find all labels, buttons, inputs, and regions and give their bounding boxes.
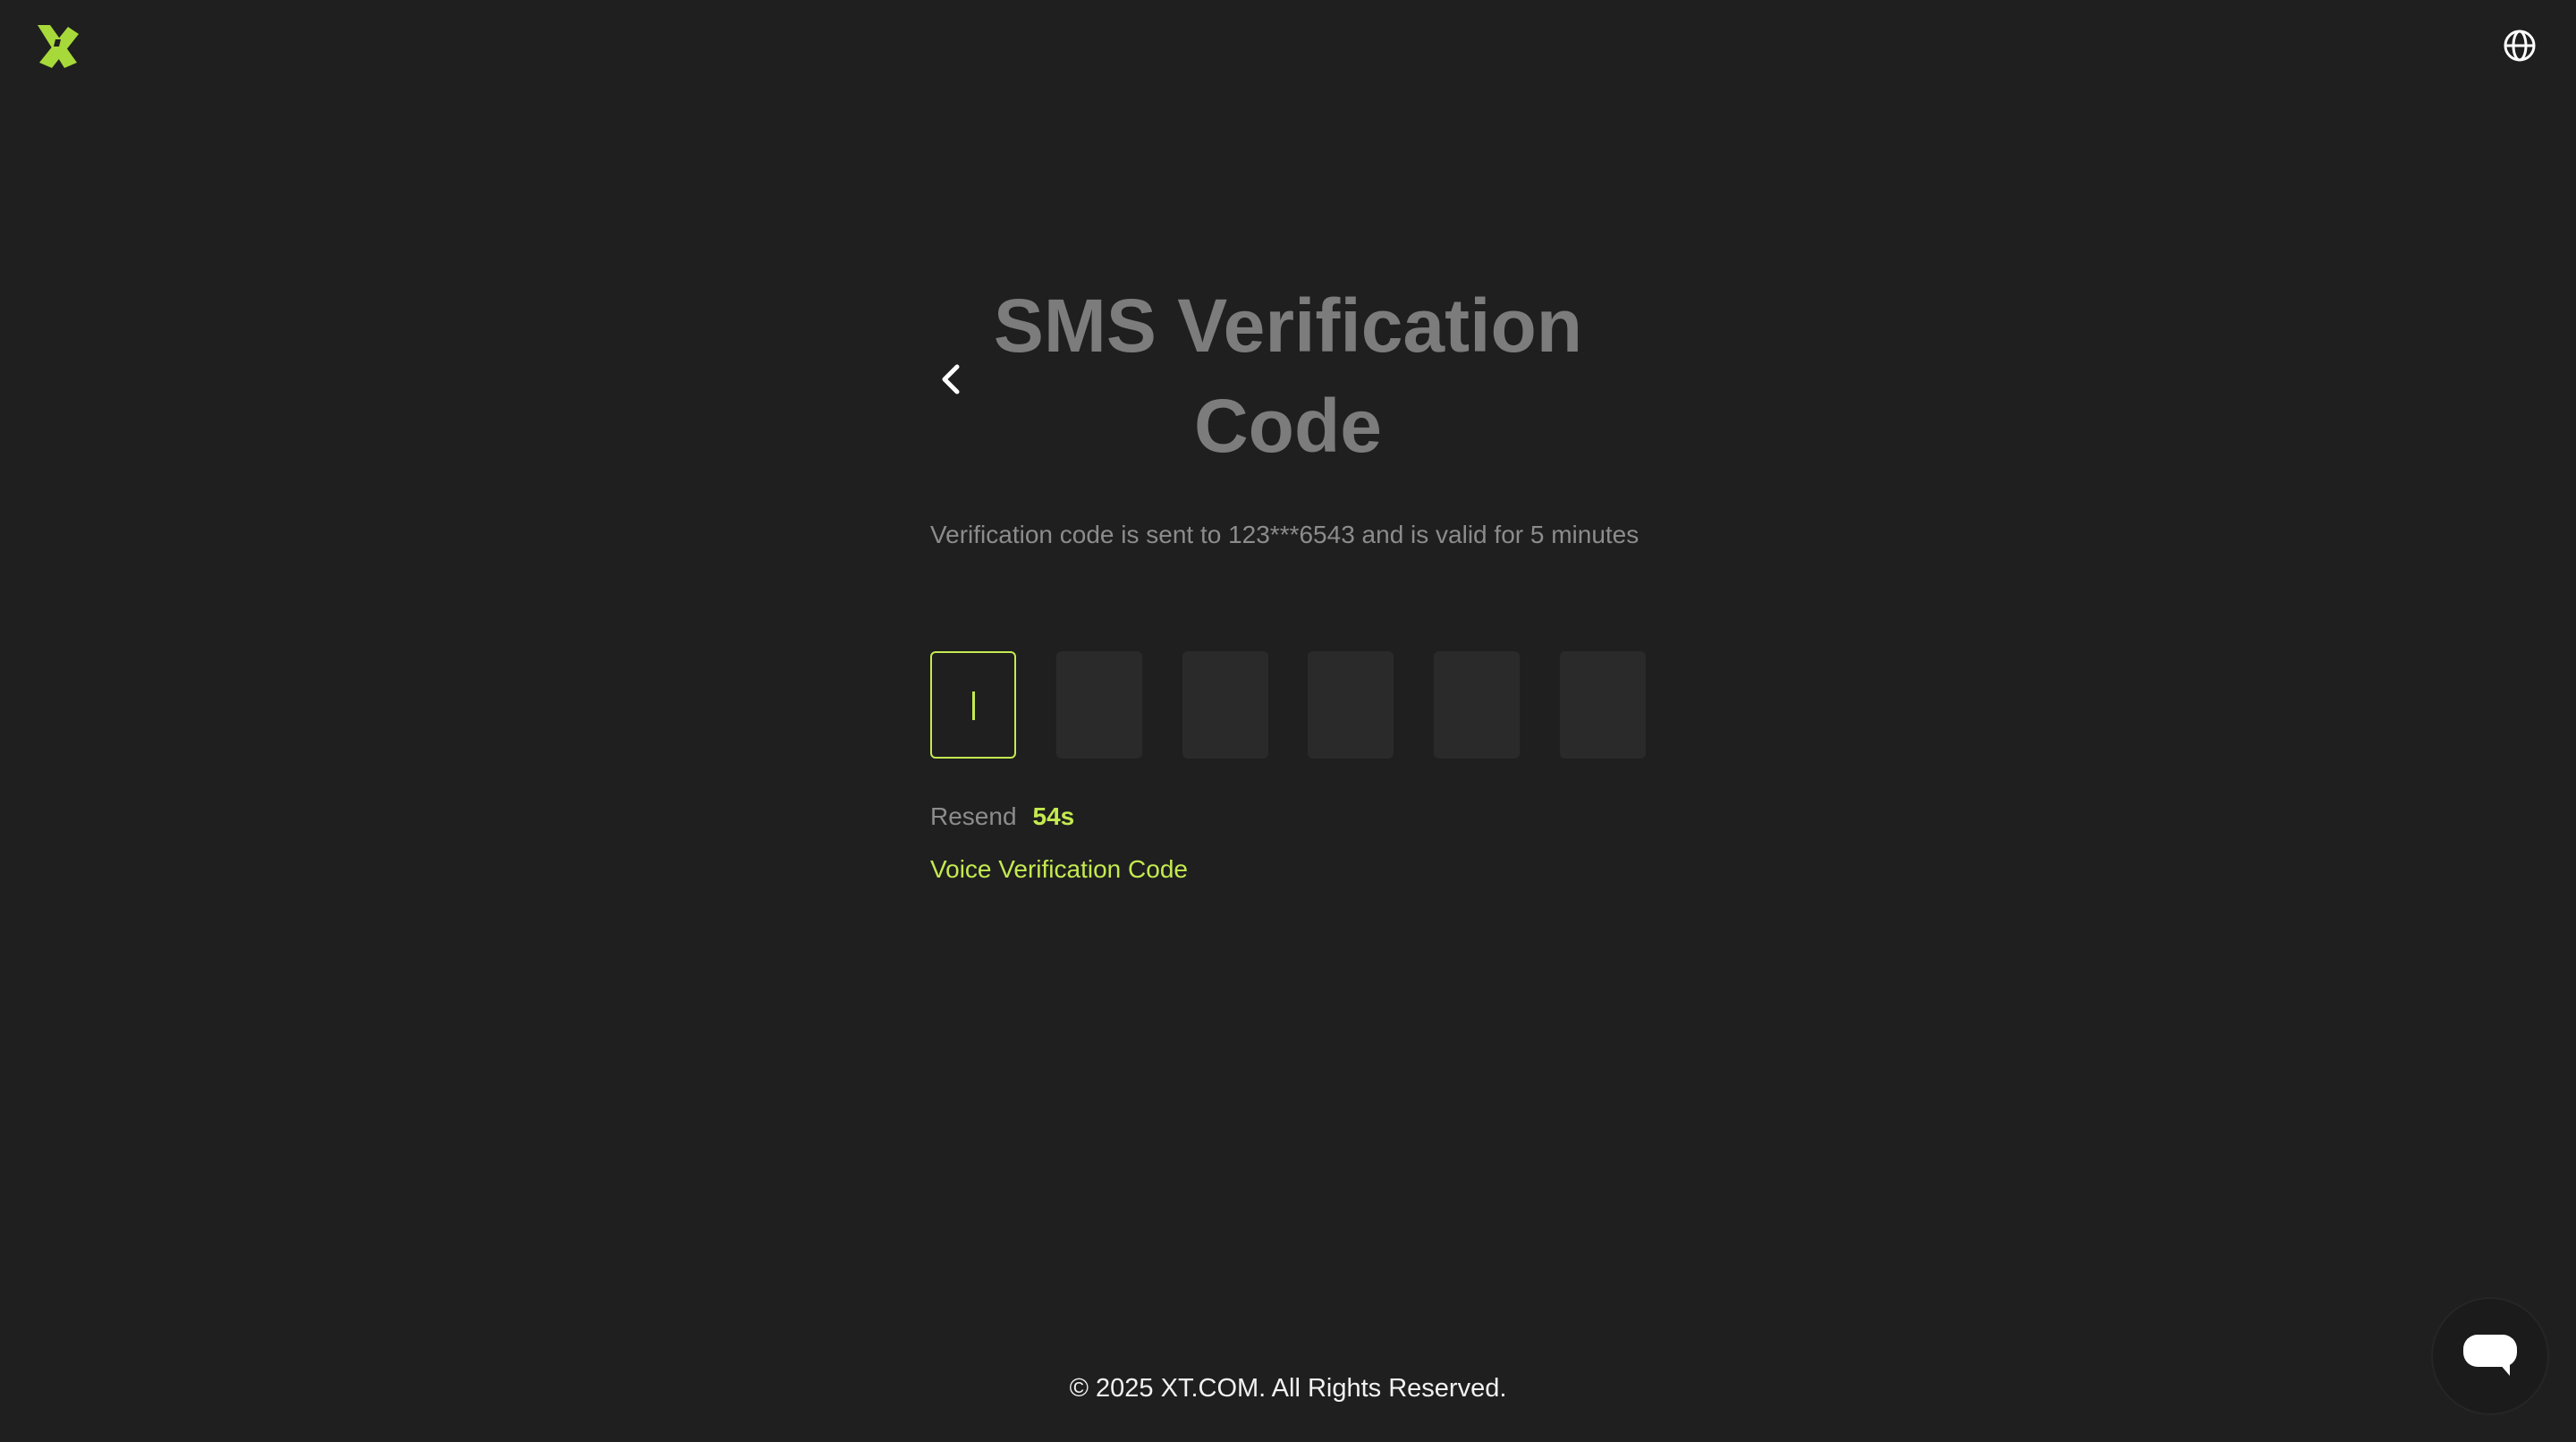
otp-digit-6[interactable]	[1559, 651, 1646, 759]
page-title: SMS Verification Code	[993, 284, 1583, 468]
back-button[interactable]	[934, 360, 970, 399]
chevron-left-icon	[942, 364, 960, 394]
copyright-footer: © 2025 XT.COM. All Rights Reserved.	[1069, 1374, 1507, 1403]
resend-countdown: 54s	[1032, 802, 1075, 830]
resend-label: Resend	[930, 802, 1017, 830]
globe-icon[interactable]	[2501, 27, 2538, 64]
otp-digit-2[interactable]	[1055, 651, 1142, 759]
xt-logo-icon[interactable]	[32, 23, 82, 70]
resend-row: Resend 54s	[930, 801, 1074, 833]
otp-digit-1[interactable]	[930, 651, 1016, 759]
support-chat-button[interactable]	[2433, 1299, 2547, 1413]
voice-verification-link[interactable]: Voice Verification Code	[930, 853, 1188, 886]
sms-verification-page: SMS Verification Code Verification code …	[0, 0, 2576, 1442]
verification-description: Verification code is sent to 123***6543 …	[930, 521, 1640, 548]
otp-digit-4[interactable]	[1308, 651, 1394, 759]
otp-digit-5[interactable]	[1434, 651, 1521, 759]
otp-digit-3[interactable]	[1182, 651, 1268, 759]
text-caret	[972, 691, 975, 720]
chat-bubble-icon	[2463, 1335, 2517, 1376]
otp-input-group	[930, 651, 1646, 759]
